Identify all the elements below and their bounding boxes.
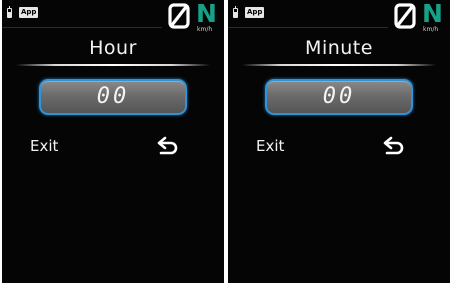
battery-icon xyxy=(233,6,238,18)
minute-value: 00 xyxy=(322,84,356,109)
status-divider xyxy=(228,27,388,28)
hour-value: 00 xyxy=(96,84,130,109)
battery-icon xyxy=(7,6,12,18)
page-title: Hour xyxy=(89,37,137,59)
status-bar: App N km/h xyxy=(228,0,450,33)
speed-unit: km/h xyxy=(197,26,213,33)
status-divider xyxy=(2,27,162,28)
minute-value-field[interactable]: 00 xyxy=(265,79,413,115)
speed-zero-slash-icon xyxy=(168,3,190,29)
return-arrow-icon[interactable] xyxy=(382,136,406,156)
app-badge: App xyxy=(19,7,39,18)
exit-button[interactable]: Exit xyxy=(30,136,58,156)
minute-setting-screen: App N km/h Minute 00 Exit xyxy=(228,0,450,283)
page-title: Minute xyxy=(305,37,373,59)
gear-indicator: N xyxy=(422,0,443,28)
exit-button[interactable]: Exit xyxy=(256,136,284,156)
app-badge: App xyxy=(245,7,265,18)
gear-indicator: N xyxy=(196,0,217,28)
speed-unit: km/h xyxy=(423,26,439,33)
return-arrow-icon[interactable] xyxy=(156,136,180,156)
status-bar: App N km/h xyxy=(2,0,224,33)
title-divider xyxy=(16,64,210,66)
title-divider xyxy=(242,64,436,66)
hour-value-field[interactable]: 00 xyxy=(39,79,187,115)
hour-setting-screen: App N km/h Hour 00 Exit xyxy=(2,0,224,283)
speed-zero-slash-icon xyxy=(394,3,416,29)
